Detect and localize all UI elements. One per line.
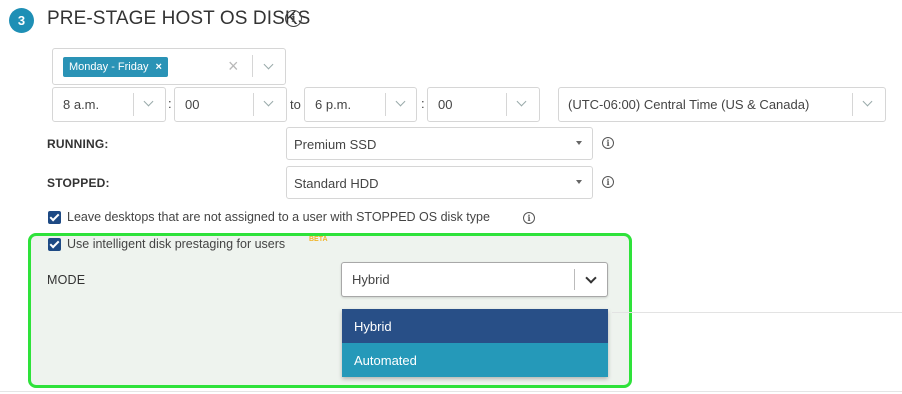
mode-option-hybrid[interactable]: Hybrid bbox=[342, 309, 608, 343]
divider bbox=[852, 93, 853, 116]
beta-badge: BETA bbox=[309, 236, 328, 243]
timezone-value: (UTC-06:00) Central Time (US & Canada) bbox=[568, 97, 810, 112]
intelligent-prestaging-label: Use intelligent disk prestaging for user… bbox=[67, 237, 286, 251]
day-range-tag-label: Monday - Friday bbox=[69, 61, 149, 73]
end-hour-value: 6 p.m. bbox=[315, 97, 352, 112]
dropdown-arrow-icon[interactable] bbox=[576, 141, 582, 145]
remove-tag-icon[interactable]: × bbox=[155, 61, 161, 73]
info-icon[interactable]: i bbox=[602, 176, 614, 188]
divider bbox=[133, 93, 134, 116]
leave-desktops-checkbox[interactable] bbox=[48, 211, 61, 224]
divider bbox=[252, 55, 253, 77]
mode-option-automated[interactable]: Automated bbox=[342, 343, 608, 377]
section-title: PRE-STAGE HOST OS DISKS bbox=[47, 8, 311, 29]
time-colon: : bbox=[421, 96, 425, 111]
info-icon[interactable]: i bbox=[285, 10, 302, 27]
time-colon: : bbox=[168, 96, 172, 111]
running-label: RUNNING: bbox=[47, 137, 109, 151]
to-label: to bbox=[290, 97, 301, 112]
running-disk-value: Premium SSD bbox=[294, 137, 377, 152]
start-minute-value: 00 bbox=[185, 97, 200, 112]
stopped-label: STOPPED: bbox=[47, 176, 110, 190]
intelligent-prestaging-checkbox[interactable] bbox=[48, 238, 61, 251]
divider bbox=[506, 93, 507, 116]
mode-label: MODE bbox=[47, 273, 86, 287]
clear-selection-icon[interactable]: × bbox=[228, 57, 239, 75]
divider bbox=[612, 312, 902, 313]
start-hour-value: 8 a.m. bbox=[63, 97, 100, 112]
divider bbox=[0, 391, 902, 392]
dropdown-arrow-icon[interactable] bbox=[576, 180, 582, 184]
mode-value: Hybrid bbox=[352, 272, 390, 287]
mode-dropdown-menu: Hybrid Automated bbox=[342, 309, 608, 377]
divider bbox=[574, 269, 575, 290]
step-number-badge: 3 bbox=[9, 8, 34, 33]
end-minute-value: 00 bbox=[438, 97, 453, 112]
leave-desktops-label: Leave desktops that are not assigned to … bbox=[67, 210, 490, 224]
day-range-tag: Monday - Friday × bbox=[63, 57, 168, 77]
info-icon[interactable]: i bbox=[602, 137, 614, 149]
stopped-disk-value: Standard HDD bbox=[294, 176, 379, 191]
info-icon[interactable]: i bbox=[523, 212, 535, 224]
divider bbox=[253, 93, 254, 116]
divider bbox=[385, 93, 386, 116]
